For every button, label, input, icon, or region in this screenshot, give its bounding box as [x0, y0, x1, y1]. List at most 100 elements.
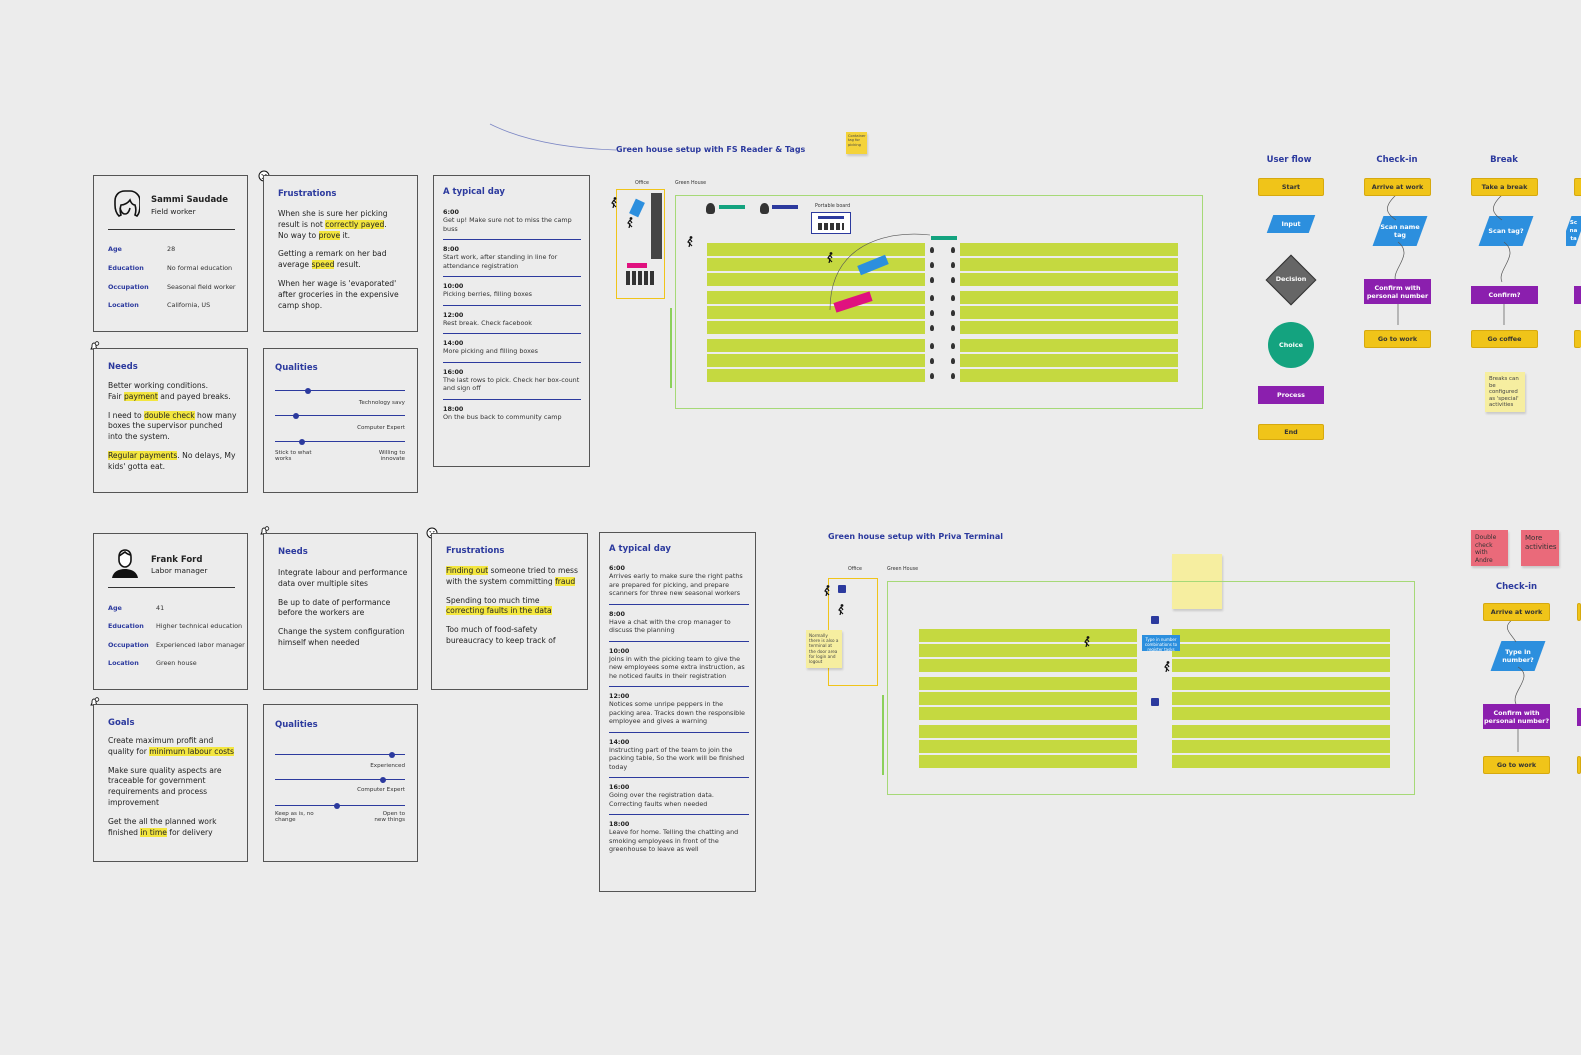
- attr-label: Education: [108, 264, 144, 272]
- terminal-icon: [1151, 698, 1159, 706]
- legend-end[interactable]: End: [1258, 424, 1324, 440]
- crop-row: [960, 321, 1178, 334]
- sticky-note[interactable]: Normally there is also a terminal at the…: [806, 630, 842, 668]
- crop-row: [960, 258, 1178, 271]
- crop-row: [960, 243, 1178, 256]
- legend-decision[interactable]: Decision: [1265, 254, 1317, 306]
- divider: [609, 603, 749, 605]
- walker-icon: [827, 252, 833, 263]
- crop-row: [1172, 740, 1390, 753]
- partial-process[interactable]: [1574, 286, 1581, 304]
- tag-marker: [930, 343, 934, 349]
- day-entry: 10:00 Picking berries, filling boxes: [443, 282, 532, 298]
- attr-label: Occupation: [108, 283, 149, 291]
- partial-process[interactable]: [1577, 708, 1581, 726]
- day-entry: 14:00 Instructing part of the team to joi…: [609, 737, 745, 771]
- slider-knob: [304, 387, 311, 394]
- qualities-card: Qualities Technology savy Computer Exper…: [263, 348, 418, 493]
- frustration-text: Finding out someone tried to mess with t…: [446, 566, 578, 645]
- break-start[interactable]: Take a break: [1471, 178, 1538, 196]
- female-avatar-icon: [114, 190, 140, 217]
- day-entry: 10:00 Joins in with the picking team to g…: [609, 646, 745, 680]
- partial-end[interactable]: [1574, 330, 1581, 348]
- card-title: A typical day: [609, 544, 671, 554]
- tag-marker: [951, 325, 955, 331]
- tag-marker: [951, 310, 955, 316]
- tag-marker: [951, 262, 955, 268]
- crop-row: [960, 369, 1178, 382]
- tag-marker: [951, 373, 955, 379]
- locker-rack: [651, 193, 662, 259]
- checkin2-input[interactable]: Type in number?: [1496, 641, 1540, 671]
- checkin2-process[interactable]: Confirm with personal number?: [1483, 704, 1550, 729]
- day-entry: 18:00 On the bus back to community camp: [443, 404, 562, 421]
- break-end[interactable]: Go coffee: [1471, 330, 1538, 348]
- divider: [609, 640, 749, 642]
- legend-input[interactable]: Input: [1270, 215, 1312, 233]
- greenhouse-label: Green House: [887, 567, 919, 572]
- slider-right-label: Willing to innovate: [378, 450, 405, 462]
- attr-value: California, US: [167, 301, 211, 309]
- goals-card: Goals Create maximum profit and quality …: [93, 704, 248, 862]
- tag-marker: [930, 358, 934, 364]
- divider: [609, 731, 749, 733]
- sticky-red-1[interactable]: Double check with Andre: [1471, 530, 1508, 566]
- attr-value: Higher technical education: [156, 622, 243, 630]
- day-timeline: 6:00 Get up! Make sure not to miss the ca…: [443, 208, 581, 421]
- crop-row: [960, 306, 1178, 319]
- quality-slider-3: [275, 802, 405, 809]
- crop-row: [707, 321, 925, 334]
- tag-marker: [951, 295, 955, 301]
- checkin2-start[interactable]: Arrive at work: [1483, 603, 1550, 621]
- attr-label: Education: [108, 622, 144, 630]
- card-title: Frustrations: [446, 546, 505, 556]
- slider-knob: [334, 802, 341, 809]
- slider-label: Technology savy: [358, 400, 405, 406]
- needs-text: Better working conditions. Fair payment …: [108, 381, 237, 471]
- persona-card-frank: Frank Ford Labor manager Age 41 Educatio…: [93, 533, 248, 690]
- divider: [609, 814, 749, 815]
- divider: [443, 239, 581, 240]
- break-title: Break: [1490, 155, 1518, 165]
- partial-input[interactable]: Sc na ta: [1566, 216, 1581, 246]
- reader-device-2: [760, 203, 769, 214]
- greenhouse-title: Green house setup with Priva Terminal: [828, 532, 1003, 541]
- terminal-icon: [838, 585, 846, 593]
- frustration-text: When she is sure her picking result is n…: [278, 209, 399, 310]
- slider-knob: [379, 776, 386, 783]
- partial-start[interactable]: [1577, 603, 1581, 621]
- partial-end[interactable]: [1577, 756, 1581, 774]
- legend-start[interactable]: Start: [1258, 178, 1324, 196]
- left-wall-marker: [882, 695, 884, 775]
- checkin-start[interactable]: Arrive at work: [1364, 178, 1431, 196]
- crop-row: [919, 677, 1137, 690]
- legend-choice[interactable]: Choice: [1268, 322, 1314, 368]
- break-input[interactable]: Scan tag?: [1484, 216, 1528, 246]
- break-process[interactable]: Confirm?: [1471, 286, 1538, 304]
- checkin2-end[interactable]: Go to work: [1483, 756, 1550, 774]
- day-entry: 8:00 Start work, after standing in line f…: [443, 245, 558, 270]
- checkin-input[interactable]: Scan name tag: [1378, 216, 1422, 246]
- slider-left-label: Keep as is, no change: [275, 811, 314, 823]
- legend-process[interactable]: Process: [1258, 386, 1324, 404]
- crop-row: [919, 644, 1137, 657]
- quality-slider-2: [275, 776, 405, 783]
- flow-connectors: [1507, 616, 1525, 752]
- typical-day-card: A typical day 6:00 Get up! Make sure not …: [433, 175, 590, 467]
- partial-start[interactable]: [1574, 178, 1581, 196]
- crop-row: [1172, 644, 1390, 657]
- pink-badge: [627, 263, 647, 268]
- attr-label: Occupation: [108, 641, 149, 649]
- divider: [108, 587, 235, 588]
- crop-row: [919, 629, 1137, 642]
- sticky-note[interactable]: Container tag for picking: [846, 132, 867, 154]
- needs-card: Needs Better working conditions. Fair pa…: [93, 348, 248, 493]
- attr-label: Location: [108, 301, 139, 309]
- sticky-red-2[interactable]: More activities: [1521, 530, 1559, 566]
- blue-label: [772, 205, 798, 209]
- sticky-note[interactable]: Breaks can be configured as 'special' ac…: [1485, 372, 1525, 412]
- user-flow-title: User flow: [1266, 155, 1312, 165]
- checkin-end[interactable]: Go to work: [1364, 330, 1431, 348]
- checkin-process[interactable]: Confirm with personal number: [1364, 279, 1431, 304]
- path-curve: [829, 233, 931, 311]
